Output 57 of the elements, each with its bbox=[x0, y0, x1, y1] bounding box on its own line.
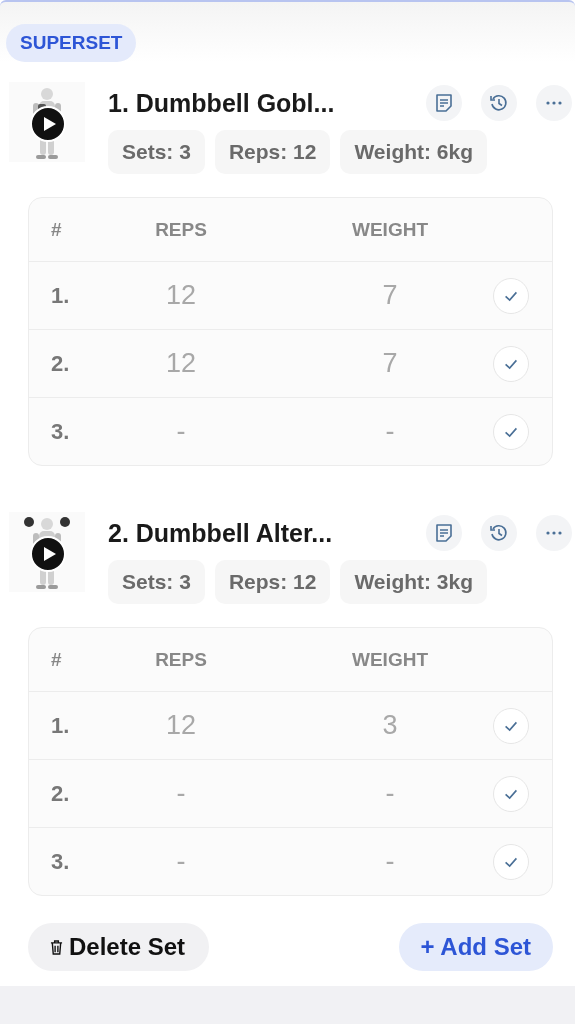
column-header: REPS bbox=[154, 648, 208, 671]
complete-set-button[interactable] bbox=[493, 843, 529, 880]
weight-cell[interactable]: 7 bbox=[340, 280, 440, 311]
target-chip: Sets: 3 bbox=[108, 130, 205, 174]
add-set-button[interactable]: + Add Set bbox=[398, 923, 553, 971]
column-header: # bbox=[50, 648, 63, 671]
target-chip: Reps: 12 bbox=[214, 130, 331, 174]
reps-cell[interactable]: 12 bbox=[129, 348, 233, 379]
more-button[interactable] bbox=[536, 85, 572, 121]
column-header: REPS bbox=[154, 218, 208, 241]
weight-cell[interactable]: - bbox=[340, 778, 440, 809]
trash-icon bbox=[50, 939, 63, 955]
weight-cell[interactable]: - bbox=[340, 846, 440, 877]
exercise-title[interactable]: 1. Dumbbell Gobl... bbox=[108, 88, 426, 118]
reps-cell[interactable]: - bbox=[129, 846, 233, 877]
more-icon bbox=[546, 101, 562, 105]
history-icon bbox=[489, 523, 509, 543]
reps-cell[interactable]: - bbox=[129, 778, 233, 809]
weight-cell[interactable]: 7 bbox=[340, 348, 440, 379]
notes-button[interactable] bbox=[426, 85, 462, 121]
set-number: 3. bbox=[50, 418, 71, 445]
set-number: 1. bbox=[50, 282, 71, 309]
set-number: 3. bbox=[50, 848, 71, 875]
notes-button[interactable] bbox=[426, 515, 462, 551]
delete-set-button[interactable]: Delete Set bbox=[28, 923, 210, 971]
history-button[interactable] bbox=[481, 85, 517, 121]
set-number: 2. bbox=[50, 780, 71, 807]
more-icon bbox=[546, 531, 562, 535]
complete-set-button[interactable] bbox=[493, 345, 529, 382]
history-button[interactable] bbox=[481, 515, 517, 551]
button-label: Delete Set bbox=[69, 933, 186, 961]
reps-cell[interactable]: 12 bbox=[129, 280, 233, 311]
play-icon[interactable] bbox=[30, 536, 66, 572]
more-button[interactable] bbox=[536, 515, 572, 551]
target-chip: Weight: 3kg bbox=[340, 560, 488, 604]
target-chip: Reps: 12 bbox=[214, 560, 331, 604]
complete-set-button[interactable] bbox=[493, 707, 529, 744]
note-icon bbox=[434, 93, 454, 113]
target-chip: Weight: 6kg bbox=[340, 130, 488, 174]
target-chip: Sets: 3 bbox=[108, 560, 205, 604]
history-icon bbox=[489, 93, 509, 113]
exercise-title[interactable]: 2. Dumbbell Alter... bbox=[108, 518, 426, 548]
play-icon[interactable] bbox=[30, 106, 66, 142]
set-number: 2. bbox=[50, 350, 71, 377]
set-number: 1. bbox=[50, 712, 71, 739]
superset-badge: SUPERSET bbox=[6, 24, 137, 62]
complete-set-button[interactable] bbox=[493, 413, 529, 450]
complete-set-button[interactable] bbox=[493, 277, 529, 314]
reps-cell[interactable]: 12 bbox=[129, 710, 233, 741]
column-header: WEIGHT bbox=[351, 218, 429, 241]
column-header: # bbox=[50, 218, 63, 241]
weight-cell[interactable]: - bbox=[340, 416, 440, 447]
complete-set-button[interactable] bbox=[493, 775, 529, 812]
reps-cell[interactable]: - bbox=[129, 416, 233, 447]
weight-cell[interactable]: 3 bbox=[340, 710, 440, 741]
note-icon bbox=[434, 523, 454, 543]
column-header: WEIGHT bbox=[351, 648, 429, 671]
